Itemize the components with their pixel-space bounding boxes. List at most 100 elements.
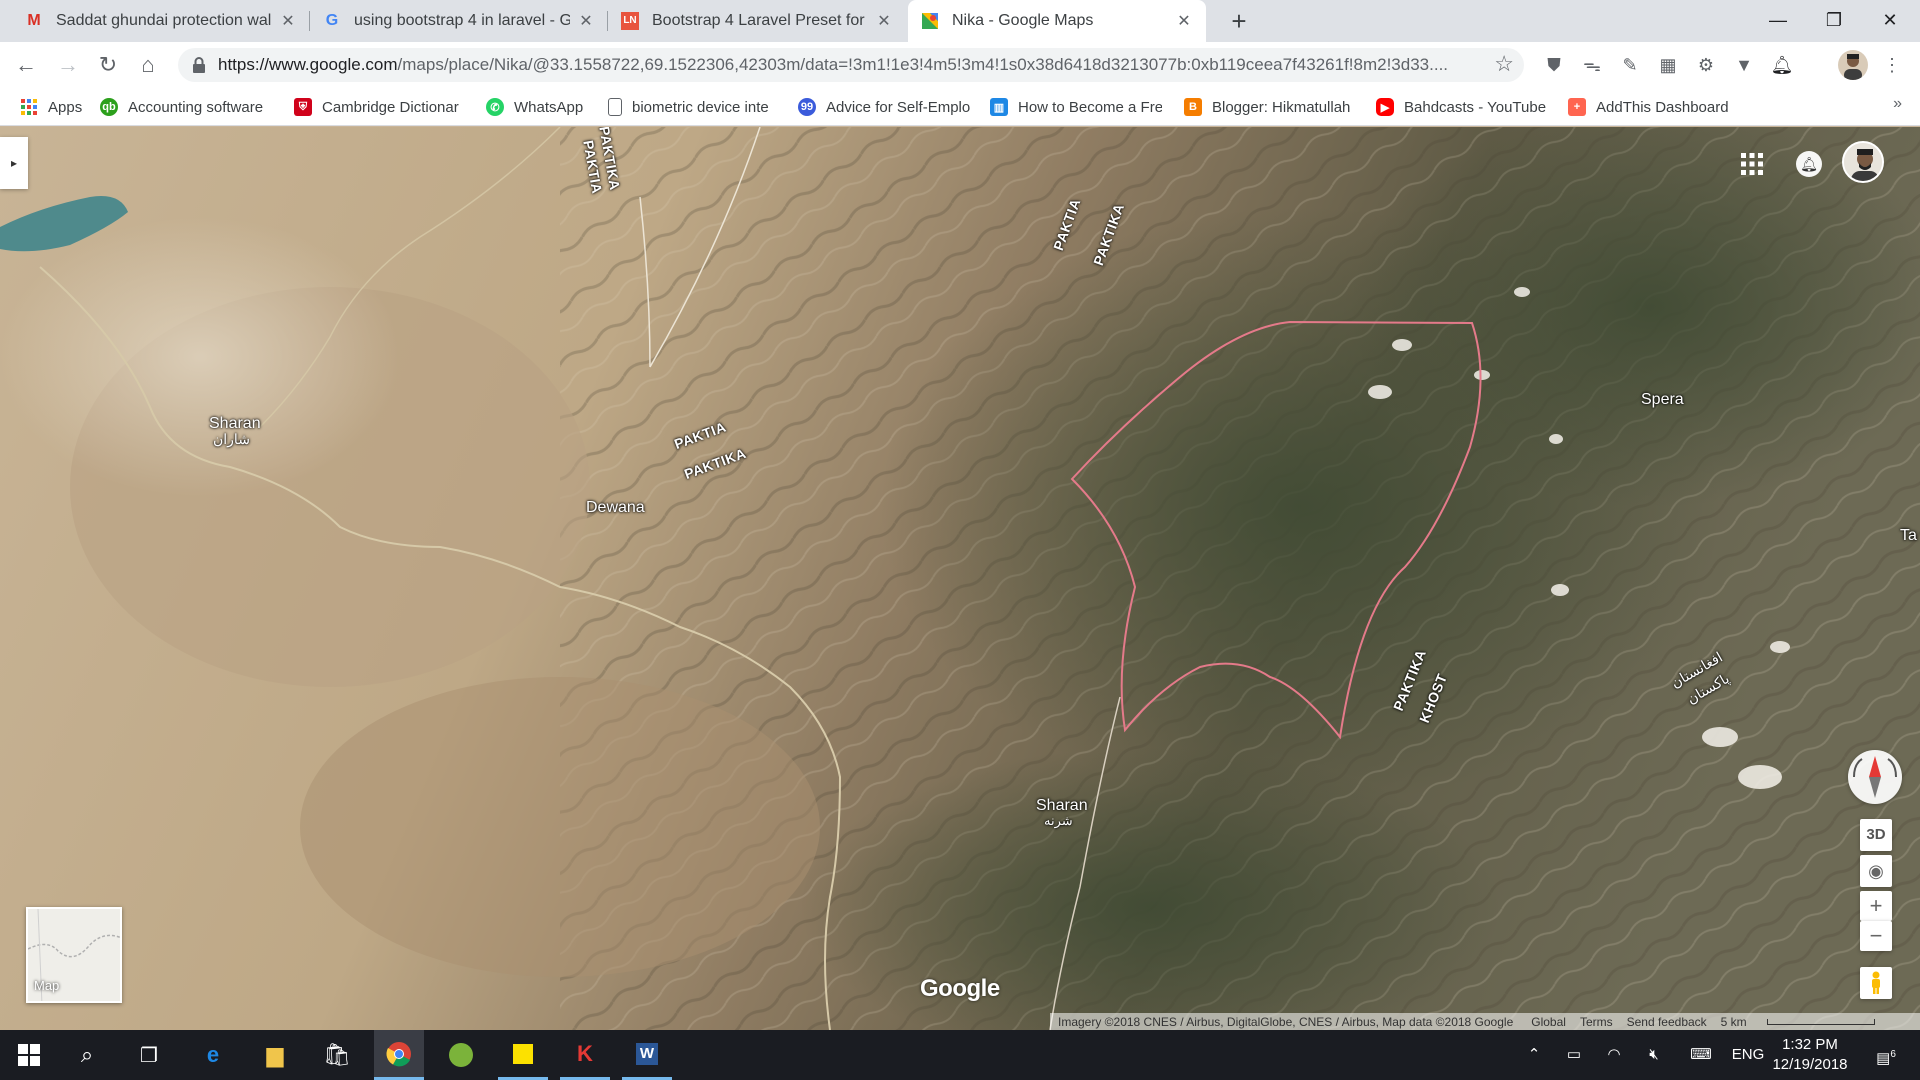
back-icon[interactable]: ←: [10, 49, 42, 81]
lock-icon: [193, 57, 205, 73]
bookmark-label: Accounting software: [128, 98, 264, 116]
edge-browser-icon[interactable]: e: [188, 1030, 238, 1080]
address-bar[interactable]: https://www.google.com/maps/place/Nika/@…: [178, 48, 1524, 82]
whatsapp-icon: ✆: [486, 98, 504, 116]
bookmark-label: WhatsApp: [514, 98, 584, 116]
task-view-icon[interactable]: ❐: [124, 1030, 174, 1080]
google-apps-icon[interactable]: [1740, 152, 1764, 176]
reload-icon[interactable]: ↻: [92, 49, 124, 81]
blogger-icon: B: [1184, 98, 1202, 116]
shield-extension-icon[interactable]: ⛊: [1540, 51, 1568, 79]
bookmark-youtube[interactable]: ▶ Bahdcasts - YouTube: [1376, 96, 1550, 118]
volume-muted-icon[interactable]: 🔇︎: [1642, 1030, 1666, 1080]
settings-extension-icon[interactable]: ⚙: [1692, 51, 1720, 79]
quickbooks-icon: qb: [100, 98, 118, 116]
vue-extension-icon[interactable]: ▼: [1730, 51, 1758, 79]
zoom-out-button[interactable]: −: [1860, 921, 1892, 951]
place-label[interactable]: Dewana: [586, 499, 645, 517]
terms-link[interactable]: Terms: [1580, 1015, 1613, 1029]
account-avatar[interactable]: [1842, 141, 1884, 183]
bookmark-label: Blogger: Hikmatullah: [1212, 98, 1351, 116]
bookmark-label: Apps: [48, 98, 83, 116]
map-attribution-bar: Imagery ©2018 CNES / Airbus, DigitalGlob…: [1050, 1013, 1920, 1030]
bookmark-advice[interactable]: 99 Advice for Self-Emplo: [798, 96, 970, 118]
send-feedback-link[interactable]: Send feedback: [1627, 1015, 1707, 1029]
profile-avatar[interactable]: [1838, 50, 1868, 80]
place-label[interactable]: Spera: [1641, 391, 1684, 409]
notifications-bell-icon[interactable]: 🔔︎: [1796, 151, 1822, 177]
minimize-button[interactable]: —: [1750, 0, 1806, 40]
file-explorer-icon[interactable]: ▆: [250, 1030, 300, 1080]
compass-needle-icon: [1853, 756, 1897, 798]
windows-taskbar: ⌕ ❐ e ▆ 🛍︎ K W ⌃ ▭ ◠ 🔇︎ ⌨ ENG 1:32 PM 12…: [0, 1030, 1920, 1080]
scale-bar[interactable]: 5 km: [1721, 1015, 1889, 1029]
place-label-local: شاران: [213, 431, 250, 447]
bell-extension-icon[interactable]: 🔔︎: [1768, 51, 1796, 79]
search-icon[interactable]: ⌕: [62, 1030, 112, 1080]
extension-icon[interactable]: ᯓ: [1578, 51, 1606, 79]
app-globe-icon[interactable]: [436, 1030, 486, 1080]
bookmark-addthis[interactable]: + AddThis Dashboard: [1568, 96, 1748, 118]
scale-label: 5 km: [1720, 1014, 1747, 1029]
imagery-attribution: Imagery ©2018 CNES / Airbus, DigitalGlob…: [1058, 1014, 1514, 1029]
menu-dots-icon[interactable]: ⋮: [1878, 51, 1906, 79]
bookmark-blogger[interactable]: B Blogger: Hikmatullah: [1184, 96, 1356, 118]
bookmark-whatsapp[interactable]: ✆ WhatsApp: [486, 96, 596, 118]
tab-title: Bootstrap 4 Laravel Preset for Lar: [652, 12, 868, 29]
pegman-icon[interactable]: [1860, 967, 1892, 999]
kingsoft-icon[interactable]: K: [560, 1030, 610, 1080]
action-center-icon[interactable]: ▤6: [1866, 1030, 1906, 1080]
bookmark-star-icon[interactable]: ☆: [1494, 51, 1514, 77]
sticky-notes-icon[interactable]: [498, 1030, 548, 1080]
calendar-extension-icon[interactable]: ▦: [1654, 51, 1682, 79]
side-panel-toggle[interactable]: ▸: [0, 137, 28, 189]
battery-icon[interactable]: ▭: [1562, 1030, 1586, 1080]
maximize-button[interactable]: ❐: [1806, 0, 1862, 40]
bookmark-label: Advice for Self-Emplo: [826, 98, 970, 116]
close-tab-icon[interactable]: ✕: [576, 11, 596, 31]
tab-gmail[interactable]: M Saddat ghundai protection wall p ✕: [12, 0, 310, 42]
more-bookmarks-button[interactable]: »: [1893, 95, 1902, 113]
wifi-icon[interactable]: ◠: [1602, 1030, 1626, 1080]
bookmark-freelance[interactable]: ▥ How to Become a Fre: [990, 96, 1162, 118]
tab-google-maps[interactable]: Nika - Google Maps ✕: [908, 0, 1206, 42]
clock-date: 12/19/2018: [1772, 1056, 1848, 1073]
apps-grid-icon: [20, 98, 38, 116]
bookmark-apps[interactable]: Apps: [20, 96, 100, 118]
keyboard-icon[interactable]: ⌨: [1686, 1030, 1716, 1080]
tilt-3d-button[interactable]: 3D: [1860, 819, 1892, 851]
bookmark-accounting[interactable]: qb Accounting software: [100, 96, 270, 118]
bookmark-biometric[interactable]: biometric device inte: [608, 96, 778, 118]
map-type-toggle[interactable]: Map: [26, 907, 122, 1003]
windows-logo-icon: [18, 1044, 40, 1066]
addthis-icon: +: [1568, 98, 1586, 116]
my-location-icon[interactable]: ◉: [1860, 855, 1892, 887]
close-tab-icon[interactable]: ✕: [278, 11, 298, 31]
zoom-in-button[interactable]: +: [1860, 891, 1892, 921]
notification-count: 6: [1890, 1049, 1896, 1060]
satellite-imagery: [0, 127, 1920, 1030]
tab-title: Nika - Google Maps: [952, 12, 1094, 29]
chrome-taskbar-icon[interactable]: [374, 1030, 424, 1080]
word-icon[interactable]: W: [622, 1030, 672, 1080]
site-icon: ▥: [990, 98, 1008, 116]
eyedropper-extension-icon[interactable]: ✎: [1616, 51, 1644, 79]
close-tab-icon[interactable]: ✕: [874, 11, 894, 31]
system-clock[interactable]: 1:32 PM 12/19/2018: [1760, 1035, 1860, 1075]
store-icon[interactable]: 🛍︎: [312, 1030, 362, 1080]
show-hidden-icons-chevron[interactable]: ⌃: [1522, 1030, 1546, 1080]
global-link[interactable]: Global: [1531, 1015, 1566, 1029]
new-tab-button[interactable]: +: [1222, 4, 1256, 38]
forward-icon[interactable]: →: [52, 49, 84, 81]
close-tab-icon[interactable]: ✕: [1174, 11, 1194, 31]
start-button[interactable]: [4, 1030, 54, 1080]
google-maps-icon: [920, 11, 940, 31]
tab-google-search[interactable]: G using bootstrap 4 in laravel - Goo ✕: [310, 0, 608, 42]
tab-laravel-news[interactable]: LN Bootstrap 4 Laravel Preset for Lar ✕: [608, 0, 906, 42]
tab-strip: M Saddat ghundai protection wall p ✕ G u…: [0, 0, 1920, 42]
home-icon[interactable]: ⌂: [132, 49, 164, 81]
bookmark-cambridge[interactable]: ⛨ Cambridge Dictionar: [294, 96, 466, 118]
satellite-map[interactable]: Sharan شاران Dewana Spera Sharan شرنه Ta…: [0, 127, 1920, 1030]
close-window-button[interactable]: ✕: [1862, 0, 1918, 40]
compass-control[interactable]: [1848, 750, 1902, 804]
